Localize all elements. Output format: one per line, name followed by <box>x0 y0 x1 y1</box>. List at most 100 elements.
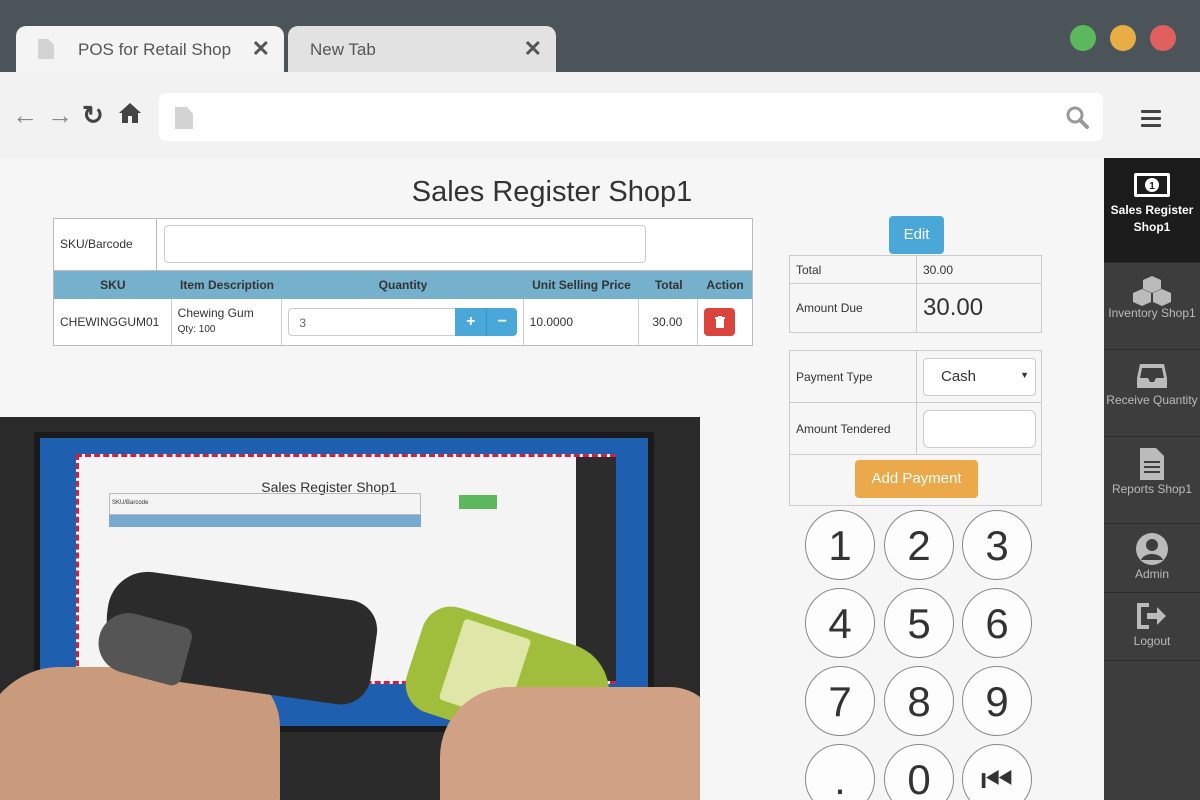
tab-new-tab[interactable]: New Tab ✕ <box>288 26 556 72</box>
quantity-input[interactable]: 3 <box>288 308 459 336</box>
key-2[interactable]: 2 <box>884 510 954 580</box>
user-icon <box>1132 532 1172 566</box>
sidebar-item-receive-quantity[interactable]: Receive Quantity <box>1104 350 1200 437</box>
inbox-icon <box>1132 362 1172 392</box>
sku-label: SKU/Barcode <box>54 219 157 271</box>
sku-barcode-input[interactable] <box>164 225 646 263</box>
tab-pos-retail[interactable]: POS for Retail Shop ✕ <box>16 26 284 72</box>
key-8[interactable]: 8 <box>884 666 954 736</box>
inner-sku-field: SKU/Barcode <box>109 493 421 515</box>
total-label: Total <box>790 256 917 283</box>
total-cell: 30.00 <box>639 299 699 345</box>
decrease-quantity-button[interactable]: − <box>486 308 518 336</box>
boxes-icon <box>1132 275 1172 306</box>
key-3[interactable]: 3 <box>962 510 1032 580</box>
sku-value: CHEWINGGUM01 <box>60 315 160 329</box>
description-cell: Chewing Gum Qty: 100 <box>172 299 283 345</box>
total-row: Total 30.00 <box>790 256 1041 284</box>
inner-table-header <box>109 515 421 527</box>
sku-cell: CHEWINGGUM01 <box>54 299 172 345</box>
logout-icon <box>1132 603 1172 633</box>
row-total-value: 30.00 <box>652 315 683 329</box>
tab-label: New Tab <box>310 40 376 59</box>
minimize-button[interactable] <box>1110 25 1136 51</box>
key-5[interactable]: 5 <box>884 588 954 658</box>
delete-item-button[interactable] <box>704 308 736 336</box>
sku-row: SKU/Barcode <box>54 219 752 271</box>
hamburger-menu-icon[interactable] <box>1141 110 1161 131</box>
sidebar-item-sales-register[interactable]: 1 Sales Register Shop1 <box>1104 158 1200 263</box>
caret-down-icon: ▼ <box>1020 370 1029 380</box>
sidebar-item-label: Logout <box>1133 634 1171 648</box>
amount-tendered-input[interactable] <box>923 410 1036 448</box>
key-1[interactable]: 1 <box>805 510 875 580</box>
sidebar-item-logout[interactable]: Logout <box>1104 593 1200 661</box>
trash-icon <box>714 316 725 328</box>
browser-toolbar: ← → ↻ <box>0 72 1200 158</box>
forward-arrow-icon[interactable]: → <box>47 102 73 128</box>
key-7[interactable]: 7 <box>805 666 875 736</box>
amount-due-value: 30.00 <box>923 294 984 321</box>
payment-panel: Payment Type Cash ▼ Amount Tendered Add … <box>789 350 1042 506</box>
total-value: 30.00 <box>923 263 954 277</box>
key-4[interactable]: 4 <box>805 588 875 658</box>
key-decimal[interactable]: . <box>805 744 875 800</box>
page-icon <box>175 107 193 129</box>
close-icon[interactable]: ✕ <box>524 36 542 62</box>
tab-label: POS for Retail Shop <box>78 40 232 59</box>
key-6[interactable]: 6 <box>962 588 1032 658</box>
search-icon[interactable] <box>1065 105 1089 129</box>
column-header: SKU <box>100 278 126 292</box>
pos-app: Sales Register Shop1 SKU/Barcode SKU Ite… <box>0 158 1200 800</box>
svg-text:1: 1 <box>1149 181 1155 192</box>
increase-quantity-button[interactable]: + <box>455 308 487 336</box>
register-table: SKU/Barcode SKU Item Description Quantit… <box>53 218 753 346</box>
amount-tendered-label: Amount Tendered <box>790 403 917 454</box>
close-window-button[interactable] <box>1150 25 1176 51</box>
table-header: SKU Item Description Quantity Unit Selli… <box>54 271 752 299</box>
quantity-cell: 3 + − <box>282 299 524 345</box>
key-0[interactable]: 0 <box>884 744 954 800</box>
edit-button[interactable]: Edit <box>889 216 944 254</box>
unit-price-cell: 10.0000 <box>524 299 640 345</box>
column-header: Quantity <box>378 278 428 292</box>
sidebar-item-reports[interactable]: Reports Shop1 <box>1104 437 1200 524</box>
column-header: Action <box>706 278 744 292</box>
payment-type-select[interactable]: Cash ▼ <box>923 358 1036 396</box>
item-description: Chewing Gum <box>177 306 254 320</box>
column-header: Total <box>654 278 683 292</box>
add-payment-row: Add Payment <box>790 455 1041 505</box>
back-arrow-icon[interactable]: ← <box>12 102 38 128</box>
address-bar[interactable] <box>159 93 1103 141</box>
amount-tendered-row: Amount Tendered <box>790 403 1041 455</box>
close-icon[interactable]: ✕ <box>252 36 270 62</box>
key-9[interactable]: 9 <box>962 666 1032 736</box>
action-cell <box>698 299 752 345</box>
unit-price-value: 10.0000 <box>529 315 574 329</box>
scanner-demo-photo: Sales Register Shop1 SKU/Barcode <box>0 417 700 800</box>
payment-type-row: Payment Type Cash ▼ <box>790 351 1041 403</box>
payment-type-value: Cash <box>941 368 977 385</box>
sidebar-item-admin[interactable]: Admin <box>1104 524 1200 593</box>
home-icon[interactable] <box>118 102 142 128</box>
add-payment-button[interactable]: Add Payment <box>855 460 978 498</box>
reload-icon[interactable]: ↻ <box>82 102 104 128</box>
sidebar-item-label: Reports Shop1 <box>1111 482 1193 496</box>
inner-confirm-button <box>459 495 497 509</box>
column-header: Unit Selling Price <box>532 278 631 292</box>
totals-panel: Total 30.00 Amount Due 30.00 <box>789 255 1042 333</box>
amount-due-row: Amount Due 30.00 <box>790 284 1041 332</box>
sidebar-item-inventory[interactable]: Inventory Shop1 <box>1104 263 1200 350</box>
sidebar-item-label: Receive Quantity <box>1106 393 1198 407</box>
sidebar-item-label: Admin <box>1134 567 1169 581</box>
browser-titlebar: POS for Retail Shop ✕ New Tab ✕ <box>0 0 1200 72</box>
maximize-button[interactable] <box>1070 25 1096 51</box>
payment-type-label: Payment Type <box>790 351 917 402</box>
sidebar-item-label: Sales Register Shop1 <box>1110 203 1194 234</box>
table-row: CHEWINGGUM01 Chewing Gum Qty: 100 3 + − … <box>54 299 752 345</box>
page-icon <box>38 39 54 59</box>
backspace-key[interactable]: ⏮ <box>962 744 1032 800</box>
qty-note: Qty: 100 <box>177 324 216 335</box>
sidebar-item-label: Inventory Shop1 <box>1108 306 1196 320</box>
page-title: Sales Register Shop1 <box>411 176 693 208</box>
